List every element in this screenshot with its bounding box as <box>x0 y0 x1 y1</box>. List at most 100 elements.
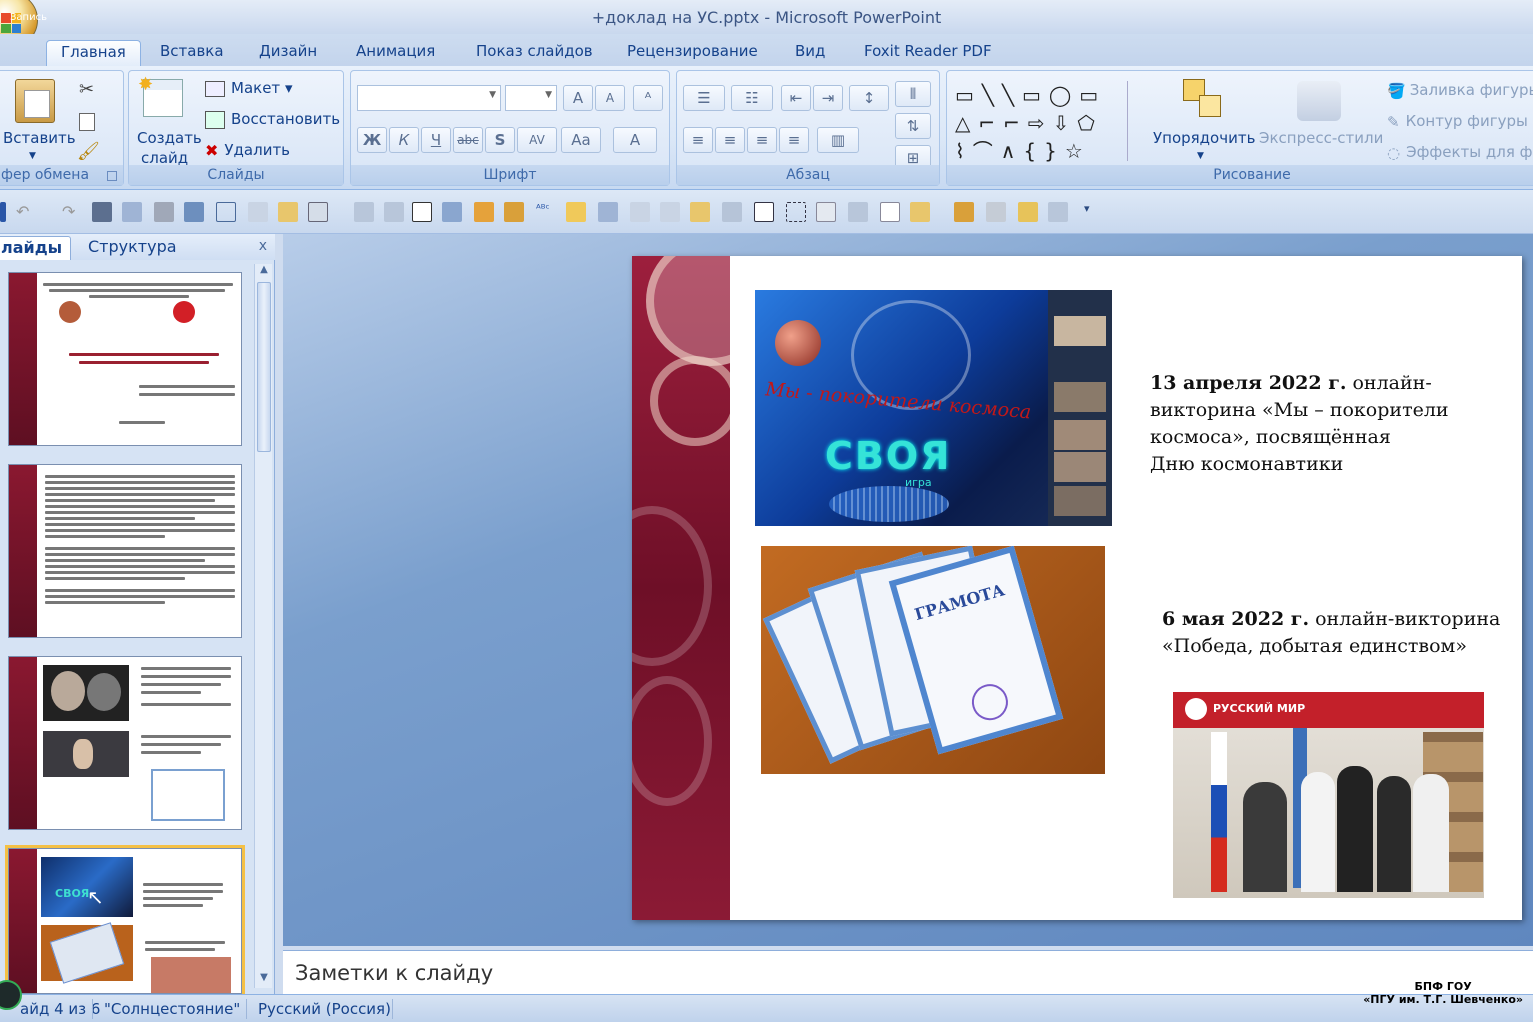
select-icon[interactable] <box>248 202 268 222</box>
justify-icon[interactable]: ≡ <box>779 127 809 153</box>
print-icon[interactable] <box>92 202 112 222</box>
increase-indent-icon[interactable]: ⇥ <box>813 85 843 111</box>
align-left-icon[interactable]: ≡ <box>683 127 713 153</box>
bring-front-icon[interactable] <box>630 202 650 222</box>
bold-button[interactable]: Ж <box>357 127 387 153</box>
tab-slideshow[interactable]: Показ слайдов <box>462 40 607 66</box>
preview-icon[interactable] <box>122 202 142 222</box>
distribute-icon[interactable] <box>816 202 836 222</box>
tab-animation[interactable]: Анимация <box>342 40 449 66</box>
columns-layout-icon[interactable]: ▥ <box>817 127 859 153</box>
grow-font-button[interactable]: A <box>563 85 593 111</box>
copy-small-icon[interactable] <box>354 202 374 222</box>
new-slide-small-icon[interactable] <box>278 202 298 222</box>
align-right-icon[interactable]: ≡ <box>747 127 777 153</box>
shape-effects-button[interactable]: ◌ Эффекты для фи <box>1387 143 1533 162</box>
save-icon[interactable] <box>0 202 6 222</box>
cut-icon[interactable]: ✂ <box>79 79 94 100</box>
numbering-icon[interactable]: ☷ <box>731 85 773 111</box>
new-slide-button[interactable]: Создать <box>137 129 202 147</box>
tab-view[interactable]: Вид <box>781 40 839 66</box>
insert-dropdown-icon[interactable] <box>910 202 930 222</box>
layout-button[interactable]: Макет ▾ <box>205 79 292 97</box>
insert-icon[interactable] <box>690 202 710 222</box>
columns-icon[interactable]: ⫴ <box>895 81 931 107</box>
slide-thumbnail-1[interactable] <box>8 272 242 446</box>
shape-outline-button[interactable]: ✎ Контур фигуры <box>1387 112 1528 131</box>
spelling-icon[interactable] <box>154 202 174 222</box>
crop-icon[interactable] <box>216 202 236 222</box>
font-color-button[interactable]: A <box>613 127 657 153</box>
print-preview-icon[interactable] <box>1048 202 1068 222</box>
redo-icon[interactable]: ↷ <box>62 202 82 222</box>
tab-foxit[interactable]: Foxit Reader PDF <box>850 40 1006 66</box>
italic-button[interactable]: К <box>389 127 419 153</box>
font-size-select[interactable]: ▼ <box>505 85 557 111</box>
underline-button[interactable]: Ч <box>421 127 451 153</box>
font-family-select[interactable]: ▼ <box>357 85 501 111</box>
scroll-down-icon[interactable]: ▼ <box>255 972 273 988</box>
strikethrough-button[interactable]: abc <box>453 127 483 153</box>
picture-icon[interactable] <box>184 202 204 222</box>
tab-slides[interactable]: лайды <box>0 236 72 260</box>
delete-slide-button[interactable]: ✖ Удалить <box>205 141 290 160</box>
slide-thumbnail-4[interactable]: СВОЯ ↖ <box>5 845 245 997</box>
tools-icon[interactable] <box>986 202 1006 222</box>
duplicate-icon[interactable] <box>848 202 868 222</box>
dialog-launcher-icon[interactable] <box>107 171 117 181</box>
tab-outline[interactable]: Структура <box>80 236 185 260</box>
paste-button[interactable]: Вставить <box>3 129 76 147</box>
bullets-icon[interactable]: ☰ <box>683 85 725 111</box>
close-icon[interactable]: x <box>259 238 267 254</box>
animation-icon[interactable] <box>474 202 494 222</box>
paste-dropdown-icon[interactable]: ▼ <box>29 151 36 161</box>
language-indicator[interactable]: Русский (Россия) <box>258 1000 391 1018</box>
slideshow-icon[interactable] <box>722 202 742 222</box>
shapes-gallery[interactable]: ▭╲╲▭◯▭ △⌐⌐⇨⇩⬠ ⌇⌒∧{}☆ <box>955 81 1145 163</box>
arrange-button[interactable]: Упорядочить <box>1153 129 1255 147</box>
shrink-font-button[interactable]: A <box>595 85 625 111</box>
paste-small-icon[interactable] <box>384 202 404 222</box>
tab-review[interactable]: Рецензирование <box>613 40 772 66</box>
change-case-button[interactable]: Aa <box>561 127 601 153</box>
text-direction-icon[interactable]: ⇅ <box>895 113 931 139</box>
slide-canvas[interactable]: Мы - покорители космоса СВОЯ игра ГРАМОТ… <box>632 256 1522 920</box>
zoom-icon[interactable] <box>754 202 774 222</box>
slide-thumbnail-2[interactable] <box>8 464 242 638</box>
copy-icon[interactable] <box>79 113 95 131</box>
arrange-dropdown-icon[interactable]: ▼ <box>1197 151 1204 161</box>
align-center-icon[interactable]: ≡ <box>715 127 745 153</box>
hand-icon[interactable] <box>1018 202 1038 222</box>
tab-design[interactable]: Дизайн <box>245 40 331 66</box>
blank-page-icon[interactable] <box>880 202 900 222</box>
open-folder-icon[interactable] <box>566 202 586 222</box>
undo-icon[interactable]: ↶ <box>16 202 36 222</box>
shape-fill-button[interactable]: 🪣 Заливка фигуры <box>1387 81 1533 100</box>
align-icon[interactable] <box>786 202 806 222</box>
clipboard-icon[interactable] <box>954 202 974 222</box>
gallery-scroll[interactable] <box>1127 81 1141 161</box>
format-painter-icon[interactable]: 🖌 <box>77 141 100 162</box>
slides-pane-scrollbar[interactable]: ▲ ▼ <box>254 264 272 988</box>
line-spacing-icon[interactable]: ↕ <box>849 85 889 111</box>
decrease-indent-icon[interactable]: ⇤ <box>781 85 811 111</box>
tab-home[interactable]: Главная <box>46 40 141 66</box>
reset-button[interactable]: Восстановить <box>205 110 340 129</box>
textbox-icon[interactable] <box>412 202 432 222</box>
scroll-up-icon[interactable]: ▲ <box>255 264 273 280</box>
animation-2-icon[interactable] <box>504 202 524 222</box>
send-back-icon[interactable] <box>660 202 680 222</box>
spellcheck-icon[interactable]: ᴬᴮᶜ <box>536 202 556 222</box>
notes-pane[interactable]: Заметки к слайду <box>283 950 1533 994</box>
notes-placeholder[interactable]: Заметки к слайду <box>295 961 493 985</box>
shadow-button[interactable]: S <box>485 127 515 153</box>
customize-qat-icon[interactable]: ▾ <box>1084 202 1104 222</box>
clear-format-icon[interactable]: ᴬ <box>633 85 663 111</box>
edit-icon[interactable] <box>442 202 462 222</box>
quick-styles-button[interactable]: Экспресс-стили <box>1259 129 1383 147</box>
tab-insert[interactable]: Вставка <box>146 40 238 66</box>
char-spacing-button[interactable]: AV <box>517 127 557 153</box>
slide-thumbnail-3[interactable] <box>8 656 242 830</box>
scroll-thumb[interactable] <box>257 282 271 452</box>
group-icon[interactable] <box>598 202 618 222</box>
